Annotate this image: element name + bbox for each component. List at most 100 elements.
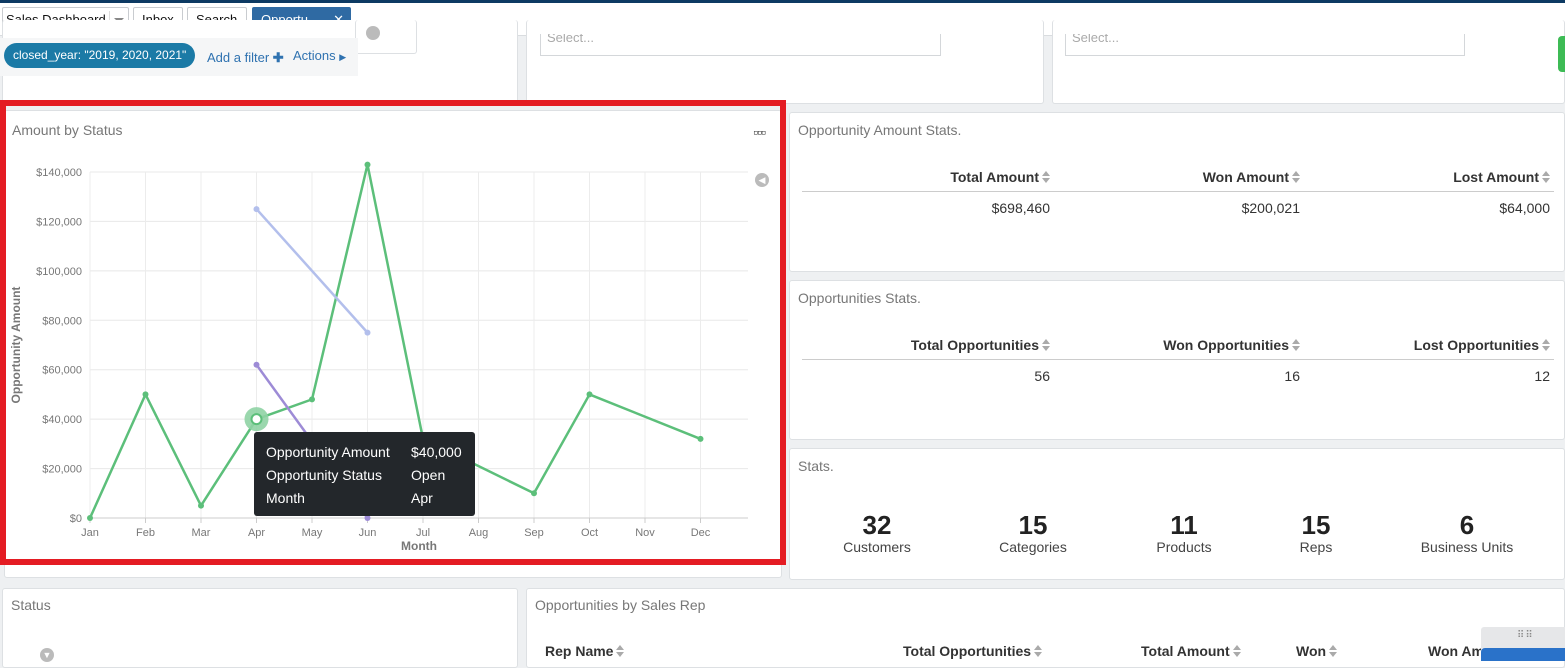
data-point — [198, 502, 204, 509]
actions-menu[interactable]: Actions ▶ — [293, 48, 346, 63]
header-label: Lost Opportunities — [1413, 337, 1539, 353]
column-header[interactable]: Lost Opportunities — [1304, 337, 1554, 360]
kpi-reps: 15 Reps — [1241, 511, 1391, 555]
filter-pill[interactable]: closed_year: "2019, 2020, 2021" — [4, 43, 196, 68]
amount-stats-table: Total Amount Won Amount Lost Amount $698… — [802, 169, 1554, 216]
data-point — [586, 391, 593, 398]
column-header[interactable]: Total Opportunities — [903, 643, 1044, 659]
chevron-down-icon[interactable]: ▼ — [40, 648, 54, 662]
header-label: Total Opportunities — [910, 337, 1039, 353]
data-point — [309, 396, 315, 403]
y-tick-label: $140,000 — [36, 167, 82, 179]
sales-rep-panel: Opportunities by Sales Rep Rep Name Tota… — [526, 588, 1565, 668]
kpi-label: Categories — [999, 539, 1067, 555]
sort-icon[interactable] — [1042, 339, 1052, 351]
panel-title: Status — [11, 597, 51, 613]
sort-icon[interactable] — [1542, 339, 1552, 351]
sort-icon[interactable] — [1042, 171, 1052, 183]
sort-icon[interactable] — [1034, 645, 1044, 657]
panel-title: Opportunities Stats. — [798, 290, 921, 306]
kpi-label: Customers — [843, 539, 911, 555]
opportunities-stats-table: Total Opportunities Won Opportunities Lo… — [802, 337, 1554, 384]
data-point — [531, 490, 537, 497]
tooltip-value: Open — [411, 467, 446, 483]
kpi-value: 15 — [1301, 510, 1331, 540]
x-tick-label: May — [302, 527, 323, 539]
filter-bar: closed_year: "2019, 2020, 2021" Add a fi… — [0, 38, 358, 76]
actions-label: Actions — [293, 48, 336, 63]
data-point — [697, 435, 704, 442]
sort-icon[interactable] — [1232, 645, 1243, 657]
sort-icon[interactable] — [616, 645, 626, 657]
column-header[interactable]: Rep Name — [545, 643, 626, 659]
kpi-value: 15 — [1018, 510, 1048, 540]
kpi-business-units: 6 Business Units — [1392, 511, 1542, 555]
chat-launcher[interactable] — [1481, 648, 1565, 661]
header-label: Won — [1296, 643, 1327, 659]
kpi-value: 32 — [862, 510, 892, 540]
grip-icon[interactable]: ⠿⠿ — [1517, 630, 1534, 641]
kpi-customers: 32 Customers — [802, 511, 952, 555]
stats-panel: Stats. 32 Customers 15 Categories 11 Pro… — [789, 448, 1565, 580]
table-cell: $698,460 — [991, 200, 1050, 216]
table-cell: 16 — [1284, 368, 1300, 384]
header-label: Lost Amount — [1453, 169, 1539, 185]
kpi-value: 6 — [1459, 510, 1475, 540]
panel-title: Opportunities by Sales Rep — [535, 597, 706, 613]
table-cell: 56 — [1034, 368, 1050, 384]
kpi-products: 11 Products — [1109, 511, 1259, 555]
collapse-icon[interactable] — [366, 26, 380, 40]
column-header[interactable]: Won Opportunities — [1054, 337, 1304, 360]
top-left-inner — [355, 20, 417, 54]
chart-tooltip: Opportunity Amount $40,000 Opportunity S… — [254, 432, 475, 516]
data-point — [364, 161, 371, 168]
column-header[interactable]: Total Amount — [1141, 643, 1243, 659]
tooltip-value: $40,000 — [411, 444, 462, 460]
column-header[interactable]: Total Amount — [802, 169, 1054, 192]
table-row: 56 16 12 — [802, 360, 1554, 384]
column-header[interactable]: Won Am — [1428, 643, 1484, 659]
data-point — [364, 329, 371, 336]
apply-button[interactable] — [1558, 36, 1565, 72]
add-filter-label: Add a filter — [207, 50, 270, 65]
table-cell: $200,021 — [1241, 200, 1300, 216]
column-header[interactable]: Total Opportunities — [802, 337, 1054, 360]
status-panel: Status ▼ — [2, 588, 518, 668]
sort-icon[interactable] — [1329, 645, 1339, 657]
chat-widget[interactable]: ⠿⠿ — [1481, 627, 1565, 661]
filter-select-2[interactable]: Select... — [1065, 34, 1465, 56]
sort-icon[interactable] — [1292, 339, 1302, 351]
x-tick-label: Jun — [359, 527, 377, 539]
caret-right-icon: ▶ — [339, 52, 347, 62]
x-tick-label: Jul — [416, 527, 430, 539]
column-header[interactable]: Won — [1296, 643, 1339, 659]
y-tick-label: $0 — [70, 513, 82, 525]
data-point — [253, 206, 260, 213]
y-tick-label: $120,000 — [36, 216, 82, 228]
header-label: Rep Name — [545, 643, 614, 659]
tooltip-key: Opportunity Amount — [266, 444, 390, 460]
kpi-label: Reps — [1299, 539, 1333, 555]
y-axis-title: Opportunity Amount — [9, 287, 23, 404]
sort-icon[interactable] — [1542, 171, 1552, 183]
top-middle-panel: Select... — [526, 20, 1044, 104]
x-tick-label: Aug — [469, 527, 489, 539]
panel-title: Opportunity Amount Stats. — [798, 122, 962, 138]
x-axis-title: Month — [401, 539, 437, 553]
table-row: $698,460 $200,021 $64,000 — [802, 192, 1554, 216]
y-tick-label: $80,000 — [42, 315, 82, 327]
filter-select-1[interactable]: Select... — [540, 34, 941, 56]
header-label: Won Am — [1428, 643, 1484, 659]
x-tick-label: Apr — [248, 527, 265, 539]
column-header[interactable]: Won Amount — [1054, 169, 1304, 192]
y-tick-label: $60,000 — [42, 365, 82, 377]
add-filter-link[interactable]: Add a filter ✚ — [207, 50, 284, 66]
x-tick-label: Sep — [524, 527, 544, 539]
sort-icon[interactable] — [1292, 171, 1302, 183]
y-tick-label: $100,000 — [36, 266, 82, 278]
column-header[interactable]: Lost Amount — [1304, 169, 1554, 192]
y-tick-label: $20,000 — [42, 464, 82, 476]
header-label: Total Amount — [950, 169, 1039, 185]
data-point — [253, 361, 260, 368]
x-tick-label: Nov — [635, 527, 655, 539]
